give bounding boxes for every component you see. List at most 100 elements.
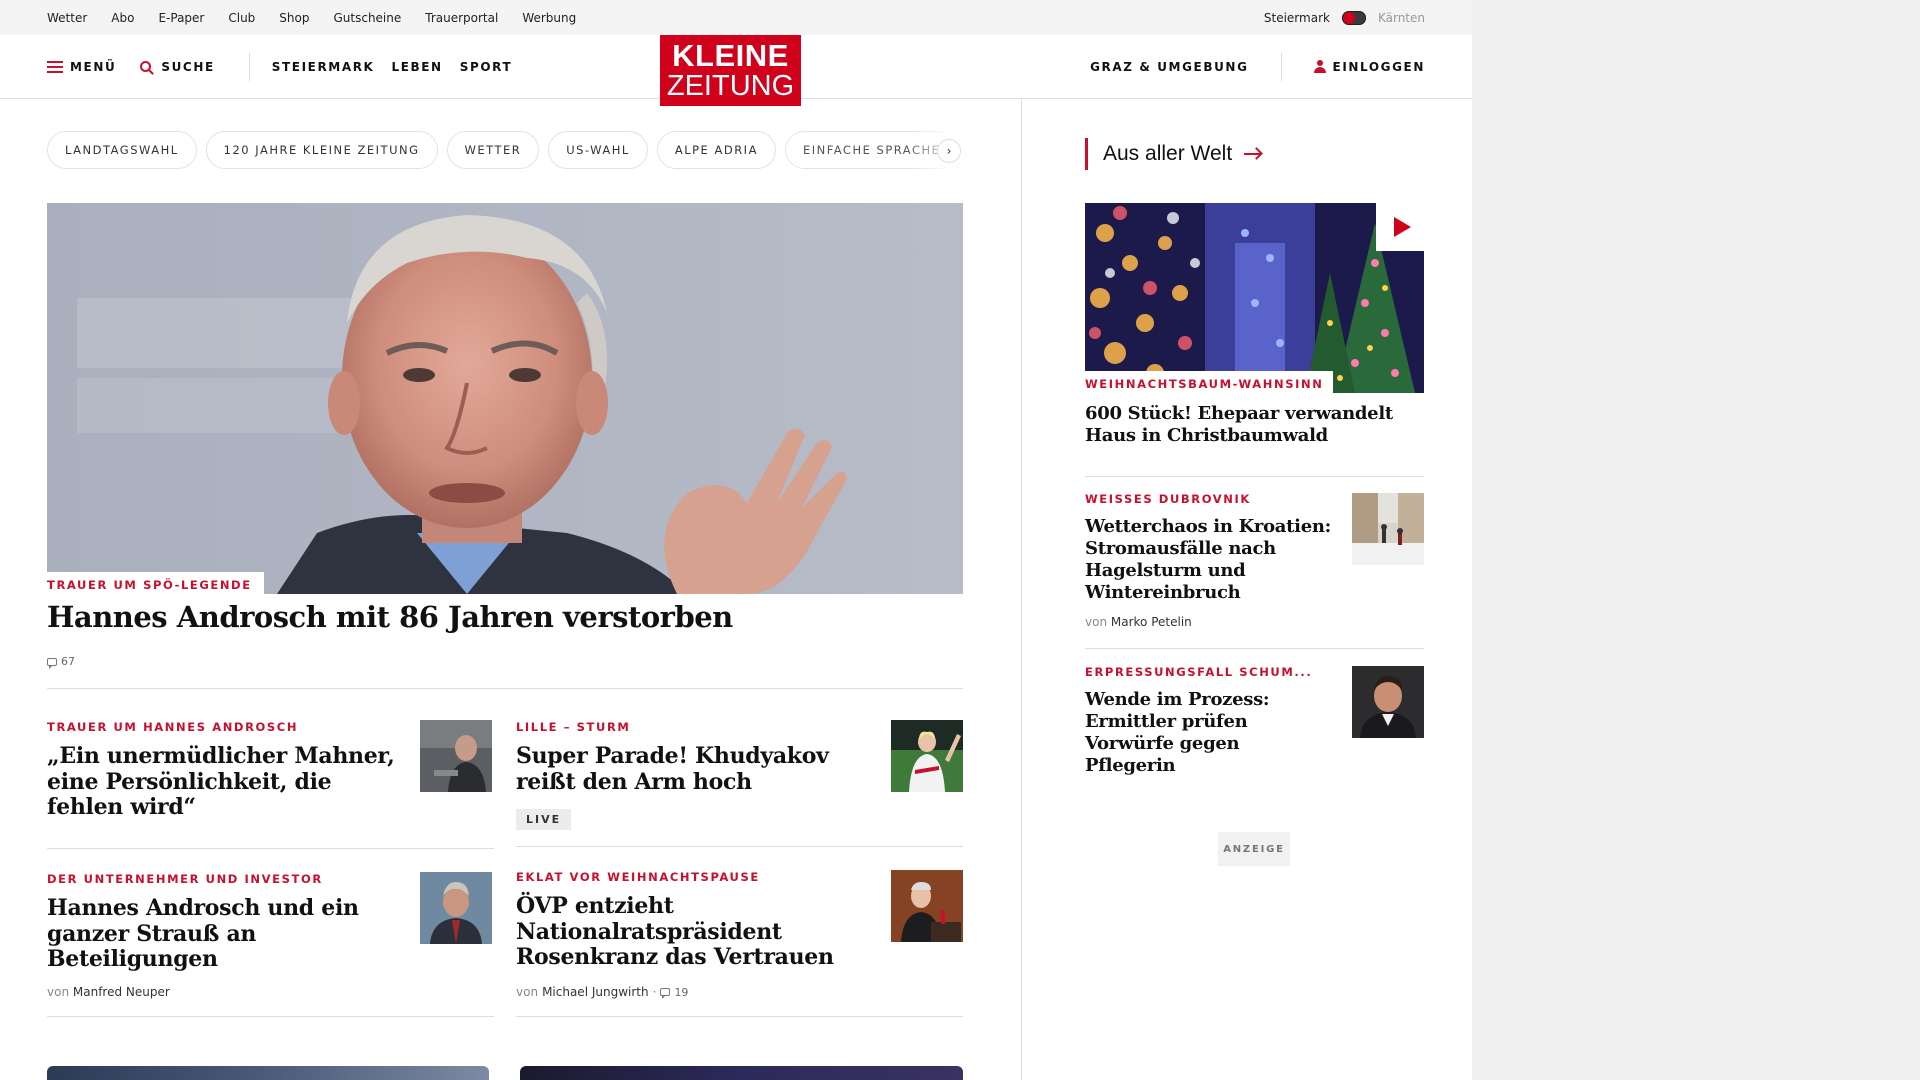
article-byline: von Michael Jungwirth · 19 [516, 985, 688, 999]
chip-120-jahre[interactable]: 120 JAHRE KLEINE ZEITUNG [205, 131, 438, 169]
utility-links: Wetter Abo E-Paper Club Shop Gutscheine … [47, 0, 576, 35]
chip-us-wahl[interactable]: US-WAHL [548, 131, 648, 169]
divider [516, 1016, 963, 1017]
region-steiermark[interactable]: Steiermark [1264, 11, 1330, 25]
toggle-knob [1342, 11, 1355, 24]
login-button[interactable]: EINLOGGEN [1313, 60, 1425, 74]
hero-headline[interactable]: Hannes Androsch mit 86 Jahren verstorben [47, 600, 733, 634]
article-kicker: EKLAT VOR WEIHNACHTSPAUSE [516, 870, 760, 884]
nav-leben[interactable]: LEBEN [391, 60, 442, 74]
divider [1085, 476, 1424, 477]
menu-button[interactable]: MENÜ [47, 60, 116, 74]
utility-link-wetter[interactable]: Wetter [47, 11, 87, 25]
article-kicker: TRAUER UM HANNES ANDROSCH [47, 720, 299, 734]
search-label: SUCHE [161, 59, 215, 74]
article-comment-count[interactable]: 19 [660, 986, 688, 999]
sidebar-headline[interactable]: Wetterchaos in Kroatien: Stromausfälle n… [1085, 516, 1335, 604]
utility-link-abo[interactable]: Abo [111, 11, 134, 25]
search-button[interactable]: SUCHE [140, 60, 214, 74]
utility-link-trauerportal[interactable]: Trauerportal [425, 11, 498, 25]
thumbnail-image [891, 870, 963, 942]
article-headline[interactable]: Super Parade! Khudyakov reißt den Arm ho… [516, 743, 876, 795]
portrait-photo [1352, 666, 1424, 738]
utility-bar: Wetter Abo E-Paper Club Shop Gutscheine … [0, 0, 1472, 35]
article-thumbnail[interactable] [891, 870, 963, 942]
divider [1085, 648, 1424, 649]
nav-graz-umgebung[interactable]: GRAZ & UMGEBUNG [1090, 60, 1248, 74]
ad-label: ANZEIGE [1218, 832, 1290, 866]
article-card[interactable]: TRAUER UM HANNES ANDROSCH „Ein unermüdli… [47, 720, 407, 821]
article-headline[interactable]: „Ein unermüdlicher Mahner, eine Persönli… [47, 743, 407, 821]
live-badge: LIVE [516, 809, 572, 831]
hero-comment-count[interactable]: 67 [47, 655, 75, 669]
user-icon [1313, 60, 1326, 73]
section-title: Aus aller Welt [1103, 142, 1233, 165]
author-link[interactable]: Michael Jungwirth [542, 985, 649, 999]
christmas-trees-photo [1085, 203, 1424, 393]
sidebar-article[interactable]: ERPRESSUNGSFALL SCHUM... Wende im Prozes… [1085, 665, 1335, 777]
article-headline[interactable]: ÖVP entzieht Nationalratspräsident Rosen… [516, 893, 876, 971]
utility-link-gutscheine[interactable]: Gutscheine [333, 11, 401, 25]
thumbnail-image [420, 720, 492, 792]
region-switch: Steiermark Kärnten [1264, 0, 1425, 35]
author-link[interactable]: Manfred Neuper [73, 985, 170, 999]
article-thumbnail[interactable] [420, 720, 492, 792]
sidebar-article[interactable]: WEISSES DUBROVNIK Wetterchaos in Kroatie… [1085, 492, 1335, 604]
byline-prefix: von [47, 985, 70, 999]
article-headline[interactable]: Hannes Androsch und ein ganzer Strauß an… [47, 895, 407, 973]
article-kicker: DER UNTERNEHMER UND INVESTOR [47, 872, 323, 886]
sidebar-headline[interactable]: Wende im Prozess: Ermittler prüfen Vorwü… [1085, 689, 1335, 777]
hero-image[interactable] [47, 203, 963, 594]
utility-link-epaper[interactable]: E-Paper [158, 11, 204, 25]
nav-sport[interactable]: SPORT [460, 60, 513, 74]
utility-link-club[interactable]: Club [228, 11, 255, 25]
sidebar-kicker: ERPRESSUNGSFALL SCHUM... [1085, 665, 1313, 679]
article-card[interactable]: DER UNTERNEHMER UND INVESTOR Hannes Andr… [47, 872, 407, 973]
search-icon [140, 61, 152, 72]
topic-chips: LANDTAGSWAHL 120 JAHRE KLEINE ZEITUNG WE… [47, 131, 962, 169]
snowy-street-photo [1352, 493, 1424, 565]
logo-line-2: ZEITUNG [666, 70, 795, 102]
menu-icon [47, 60, 63, 73]
sidebar-kicker: WEIHNACHTSBAUM-WAHNSINN [1085, 371, 1334, 395]
article-card[interactable]: EKLAT VOR WEIHNACHTSPAUSE ÖVP entzieht N… [516, 870, 876, 971]
hero-kicker: TRAUER UM SPÖ-LEGENDE [47, 572, 264, 597]
comment-icon [47, 657, 57, 669]
sidebar-byline: von Marko Petelin [1085, 615, 1192, 629]
divider [516, 846, 963, 847]
section-aus-aller-welt[interactable]: Aus aller Welt [1085, 138, 1261, 170]
sidebar-thumbnail[interactable] [1352, 666, 1424, 738]
utility-link-shop[interactable]: Shop [279, 11, 309, 25]
thumbnail-image [420, 872, 492, 944]
sidebar-headline[interactable]: 600 Stück! Ehepaar verwandelt Haus in Ch… [1085, 403, 1424, 447]
chip-landtagswahl[interactable]: LANDTAGSWAHL [47, 131, 197, 169]
sidebar-thumbnail[interactable] [1352, 493, 1424, 565]
nav-divider [248, 52, 250, 81]
sidebar-article[interactable]: 600 Stück! Ehepaar verwandelt Haus in Ch… [1085, 403, 1424, 447]
chip-einfache-sprache[interactable]: EINFACHE SPRACHE [784, 131, 959, 169]
article-thumbnail[interactable] [420, 872, 492, 944]
teaser-image[interactable] [47, 1066, 489, 1080]
byline-prefix: von [516, 985, 539, 999]
video-play-button[interactable] [1376, 203, 1424, 251]
region-toggle[interactable] [1341, 10, 1366, 25]
author-link[interactable]: Marko Petelin [1111, 615, 1192, 629]
chip-alpe-adria[interactable]: ALPE ADRIA [656, 131, 776, 169]
comment-icon [660, 988, 671, 999]
article-card[interactable]: LILLE – STURM Super Parade! Khudyakov re… [516, 720, 876, 831]
region-kaernten[interactable]: Kärnten [1378, 11, 1425, 25]
utility-link-werbung[interactable]: Werbung [522, 11, 576, 25]
chevron-right-icon[interactable]: › [937, 139, 961, 163]
teaser-image[interactable] [520, 1066, 963, 1080]
article-thumbnail[interactable] [891, 720, 963, 792]
divider [47, 848, 494, 849]
hero-photo-illustration [47, 203, 963, 594]
menu-label: MENÜ [70, 59, 117, 74]
nav-steiermark[interactable]: STEIERMARK [272, 60, 375, 74]
site-logo[interactable]: KLEINE ZEITUNG [660, 35, 801, 106]
main-nav: MENÜ SUCHE STEIERMARK LEBEN SPORT KLEINE… [0, 35, 1472, 106]
sidebar-video-image[interactable] [1085, 203, 1424, 393]
chip-wetter[interactable]: WETTER [446, 131, 540, 169]
article-byline: von Manfred Neuper [47, 985, 170, 999]
column-divider [1021, 98, 1022, 1080]
